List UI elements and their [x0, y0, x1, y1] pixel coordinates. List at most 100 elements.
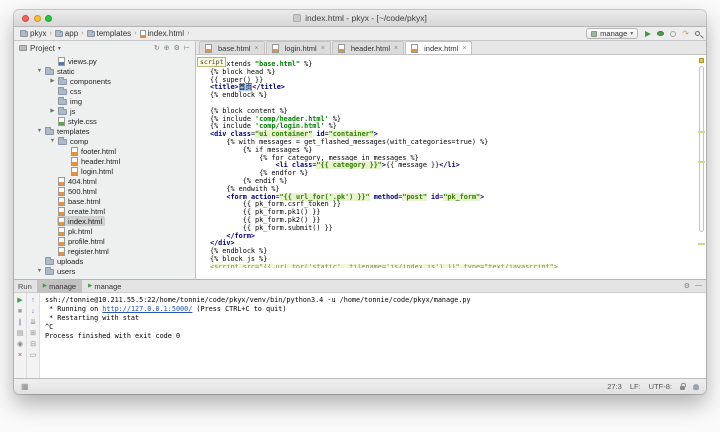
code-segment: "container"	[328, 130, 374, 139]
code-area[interactable]: {% extends "base.html" %} {% block head %…	[196, 55, 706, 279]
minimize-panel-icon[interactable]: —	[695, 282, 702, 290]
code-line: <title>首页</title>	[210, 83, 694, 92]
run-console[interactable]: ssh://tonnie@10.211.55.5:22/home/tonnie/…	[40, 293, 706, 378]
line-separator[interactable]: LF:	[630, 382, 641, 391]
tree-item-components[interactable]: ▶ components	[14, 76, 195, 86]
editor-tab-login-html[interactable]: login.html ×	[265, 41, 331, 54]
tree-item-templates[interactable]: ▼ templates	[14, 126, 195, 136]
editor-tab-index-html[interactable]: index.html ×	[405, 41, 473, 54]
tree-item-create-html[interactable]: create.html	[14, 206, 195, 216]
chevron-down-icon[interactable]: ▼	[35, 128, 44, 134]
tree-item-content: register.html	[57, 246, 112, 256]
print-icon[interactable]: ⊞	[28, 329, 39, 338]
chevron-down-icon[interactable]: ▼	[48, 138, 57, 144]
tree-item-base-html[interactable]: base.html	[14, 196, 195, 206]
py-file-icon	[58, 56, 65, 66]
tree-item-content: js	[57, 106, 78, 116]
tree-item-pk-html[interactable]: pk.html	[14, 226, 195, 236]
rerun-deploy-icon[interactable]: ↷	[682, 29, 689, 38]
hector-inspections-icon[interactable]	[693, 383, 699, 390]
rerun-icon[interactable]: ▶	[15, 296, 26, 305]
chevron-right-icon[interactable]: ▶	[48, 78, 57, 84]
sync-icon[interactable]: ↻	[154, 44, 160, 52]
close-tab-icon[interactable]: ×	[394, 45, 398, 52]
console-url-link[interactable]: http://127.0.0.1:5000/	[102, 305, 192, 313]
tree-item-header-html[interactable]: header.html	[14, 156, 195, 166]
tree-item-profile-html[interactable]: profile.html	[14, 236, 195, 246]
chevron-down-icon[interactable]: ▼	[35, 68, 44, 74]
breadcrumb-item[interactable]: templates	[86, 29, 131, 38]
tree-item-js[interactable]: ▶ js	[14, 106, 195, 116]
html-file-icon	[58, 246, 65, 256]
pin-icon[interactable]: ◉	[15, 340, 26, 349]
tree-item-register-html[interactable]: register.html	[14, 246, 195, 256]
run-config-select[interactable]: manage ▾	[586, 28, 639, 39]
coverage-icon[interactable]	[670, 30, 677, 37]
caret-position[interactable]: 27:3	[607, 382, 622, 391]
run-tab-label: manage	[94, 281, 122, 291]
warning-stripe-mark[interactable]	[698, 243, 705, 245]
breadcrumb-item[interactable]: app	[54, 29, 78, 38]
code-segment: <form	[226, 192, 247, 201]
pause-icon[interactable]: ∥	[15, 318, 26, 327]
run-tab-manage[interactable]: ▶ manage	[82, 280, 127, 293]
tree-item-style-css[interactable]: style.css	[14, 116, 195, 126]
minimize-window-button[interactable]	[33, 15, 41, 22]
tree-item-index-html[interactable]: index.html	[14, 216, 195, 226]
close-icon[interactable]: ×	[15, 351, 26, 360]
tree-item-static[interactable]: ▼ static	[14, 66, 195, 76]
chevron-down-icon[interactable]: ▼	[35, 268, 44, 274]
warning-stripe-mark[interactable]	[698, 161, 705, 163]
up-stack-trace-icon[interactable]: ↑	[28, 296, 39, 305]
lock-icon[interactable]	[680, 382, 686, 390]
settings-gear-icon[interactable]: ⚙	[174, 44, 180, 52]
code-segment: %}	[300, 60, 313, 68]
tree-item-comp[interactable]: ▼ comp	[14, 136, 195, 146]
down-stack-trace-icon[interactable]: ↓	[28, 307, 39, 316]
tree-item-500-html[interactable]: 500.html	[14, 186, 195, 196]
tree-item-css[interactable]: css	[14, 86, 195, 96]
close-tab-icon[interactable]: ×	[462, 45, 466, 52]
debug-icon[interactable]	[657, 31, 665, 36]
close-tab-icon[interactable]: ×	[255, 45, 259, 52]
toolwindow-toggle-icon[interactable]: ▦	[21, 382, 29, 391]
tree-item-label: uploads	[57, 256, 84, 266]
zoom-window-button[interactable]	[45, 15, 52, 22]
code-editor[interactable]: script {% extends "base.html" %} {% block…	[196, 55, 706, 279]
tree-item-404-html[interactable]: 404.html	[14, 176, 195, 186]
locate-icon[interactable]: ⊕	[164, 44, 170, 52]
tree-item-img[interactable]: img	[14, 96, 195, 106]
breadcrumb-item[interactable]: index.html	[139, 29, 184, 38]
tree-item-login-html[interactable]: login.html	[14, 166, 195, 176]
clear-console-icon[interactable]: ▭	[28, 351, 39, 360]
search-icon[interactable]	[695, 31, 700, 36]
project-panel-title[interactable]: Project	[30, 44, 55, 53]
code-segment: {% for category, message in messages %}	[210, 153, 419, 162]
run-tab-manage[interactable]: ▶ manage	[36, 279, 83, 293]
restore-layout-icon[interactable]: ▤	[15, 329, 26, 338]
warning-stripe-mark[interactable]	[698, 131, 705, 133]
editor-tab-header-html[interactable]: header.html ×	[331, 41, 405, 54]
breadcrumb-item[interactable]: pkyx	[20, 29, 46, 38]
close-tab-icon[interactable]: ×	[321, 45, 325, 52]
chevron-right-icon[interactable]: ▶	[48, 108, 57, 114]
tree-item-footer-html[interactable]: footer.html	[14, 146, 195, 156]
titlebar[interactable]: index.html - pkyx - [~/code/pkyx]	[14, 10, 706, 27]
tree-item-uploads[interactable]: uploads	[14, 256, 195, 266]
scroll-to-end-icon[interactable]: ⇊	[28, 318, 39, 327]
hide-panel-icon[interactable]: ⊢	[184, 44, 190, 52]
run-icon[interactable]	[645, 30, 652, 37]
code-line: {{ pk_form.submit() }}	[210, 224, 694, 233]
tree-item-users[interactable]: ▼ users	[14, 266, 195, 276]
tree-item-content: login.html	[70, 166, 116, 176]
editor-scrollbar[interactable]	[699, 66, 704, 232]
chevron-down-icon[interactable]: ▾	[58, 45, 61, 52]
stop-icon[interactable]: ■	[15, 307, 26, 316]
close-window-button[interactable]	[22, 15, 29, 22]
soft-wrap-icon[interactable]: ⊟	[28, 340, 39, 349]
file-encoding[interactable]: UTF-8:	[649, 382, 672, 391]
code-segment: {{ pk_form.csrf_token }}	[210, 200, 341, 209]
run-settings-gear-icon[interactable]: ⚙	[684, 282, 690, 290]
tree-item-views-py[interactable]: views.py	[14, 56, 195, 66]
editor-tab-base-html[interactable]: base.html ×	[199, 41, 265, 54]
